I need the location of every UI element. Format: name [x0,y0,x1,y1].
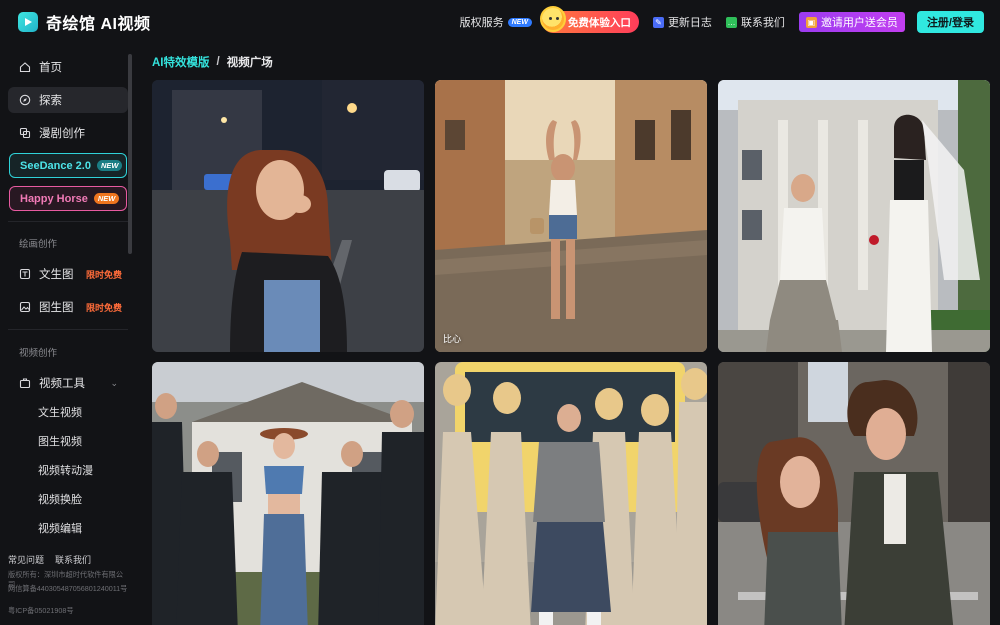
login-button[interactable]: 注册/登录 [916,11,984,33]
copyright-service-link[interactable]: 版权服务 NEW [460,14,532,30]
happy-horse-label: Happy Horse [20,192,88,205]
netcert-text: 网信算备440305487056801240011号 [8,584,128,593]
seedance-button[interactable]: SeeDance 2.0 NEW [9,153,127,178]
video-card[interactable] [152,80,424,352]
copyright-service-label: 版权服务 [459,17,504,29]
video-card[interactable]: 比心 [435,80,707,352]
footer-links: 常见问题 联系我们 [8,553,91,566]
video-thumbnail [718,80,990,352]
video-card[interactable] [718,362,990,625]
sidebar-item-img2img[interactable]: 图生图 限时免费 [8,294,128,320]
sidebar-item-comic[interactable]: 漫剧创作 [8,120,128,146]
app-name: 奇绘馆 AI视频 [46,16,151,33]
divider [8,221,128,222]
sidebar-scrollbar[interactable] [128,54,132,254]
free-trial-label: 免费体验入口 [567,16,631,29]
sidebar-item-img2video[interactable]: 图生视频 [38,433,82,449]
briefcase-icon [19,377,31,389]
image-icon [19,301,31,313]
video-thumbnail [152,362,424,625]
contact-label: 联系我们 [740,17,785,29]
header-actions: 版权服务 NEW 免费体验入口 ✎ 更新日志 … 联系我们 ▣ 邀请用户送会员 … [446,0,984,44]
video-card[interactable] [152,362,424,625]
sidebar-item-label: 探索 [39,95,62,107]
changelog-label: 更新日志 [667,17,712,29]
sidebar-item-label: 视频工具 [39,378,85,390]
sidebar-item-text2video[interactable]: 文生视频 [38,404,82,420]
icp-text: 粤ICP备05021908号 [8,606,74,615]
card-caption: 比心 [443,334,462,344]
sidebar: 首页 探索 漫剧创作 SeeDance 2.0 NEW Happy Horse … [0,44,136,625]
chevron-down-icon: ⌄ [110,377,118,388]
top-header: 奇绘馆 AI视频 版权服务 NEW 免费体验入口 ✎ 更新日志 … 联系我们 ▣… [0,0,1000,44]
sidebar-item-label: 文生图 [39,269,74,281]
breadcrumb-current: 视频广场 [226,57,273,69]
faq-link[interactable]: 常见问题 [8,553,44,566]
compass-icon [19,94,31,106]
app-logo[interactable]: 奇绘馆 AI视频 [18,10,150,34]
breadcrumb-parent[interactable]: AI特效模版 [152,54,210,70]
text-image-icon [19,268,31,280]
contact-link[interactable]: … 联系我们 [725,14,785,30]
sidebar-item-explore[interactable]: 探索 [8,87,128,113]
comic-icon [19,127,31,139]
sidebar-item-text2img[interactable]: 文生图 限时免费 [8,261,128,287]
invite-button[interactable]: ▣ 邀请用户送会员 [798,12,905,32]
video-card[interactable] [718,80,990,352]
logo-icon [18,12,38,32]
sidebar-item-home[interactable]: 首页 [8,54,128,80]
sidebar-item-label: 图生图 [39,302,74,314]
video-card[interactable] [435,362,707,625]
video-thumbnail [435,80,707,352]
changelog-link[interactable]: ✎ 更新日志 [652,14,712,30]
breadcrumb: AI特效模版 / 视频广场 [152,54,273,70]
free-tag: 限时免费 [85,269,122,280]
new-badge: NEW [507,17,532,27]
invite-label: 邀请用户送会员 [820,17,898,29]
happy-horse-button[interactable]: Happy Horse NEW [9,186,127,211]
new-badge: NEW [93,193,120,204]
sidebar-item-faceswap[interactable]: 视频换脸 [38,491,82,507]
free-tag: 限时免费 [85,302,122,313]
mascot-icon [539,6,566,32]
breadcrumb-separator: / [216,56,220,68]
sidebar-item-label: 首页 [39,62,62,74]
pencil-icon: ✎ [652,16,664,28]
free-trial-button[interactable]: 免费体验入口 [539,6,639,33]
video-thumbnail [152,80,424,352]
gift-icon: ▣ [805,16,817,28]
sidebar-item-label: 漫剧创作 [39,128,85,140]
video-thumbnail [435,362,707,625]
home-icon [19,61,31,73]
sidebar-item-video-edit[interactable]: 视频编辑 [38,520,82,536]
seedance-label: SeeDance 2.0 [20,159,91,172]
main-content: AI特效模版 / 视频广场 比心 [136,44,1000,625]
video-section-title: 视频创作 [19,348,58,359]
footer-contact-link[interactable]: 联系我们 [55,553,91,566]
new-badge: NEW [96,160,123,171]
divider [8,329,128,330]
video-thumbnail [718,362,990,625]
chat-icon: … [725,16,737,28]
sidebar-item-video-tools[interactable]: 视频工具 ⌄ [8,370,128,396]
painting-section-title: 绘画创作 [19,239,58,250]
sidebar-item-video2anime[interactable]: 视频转动漫 [38,462,93,478]
